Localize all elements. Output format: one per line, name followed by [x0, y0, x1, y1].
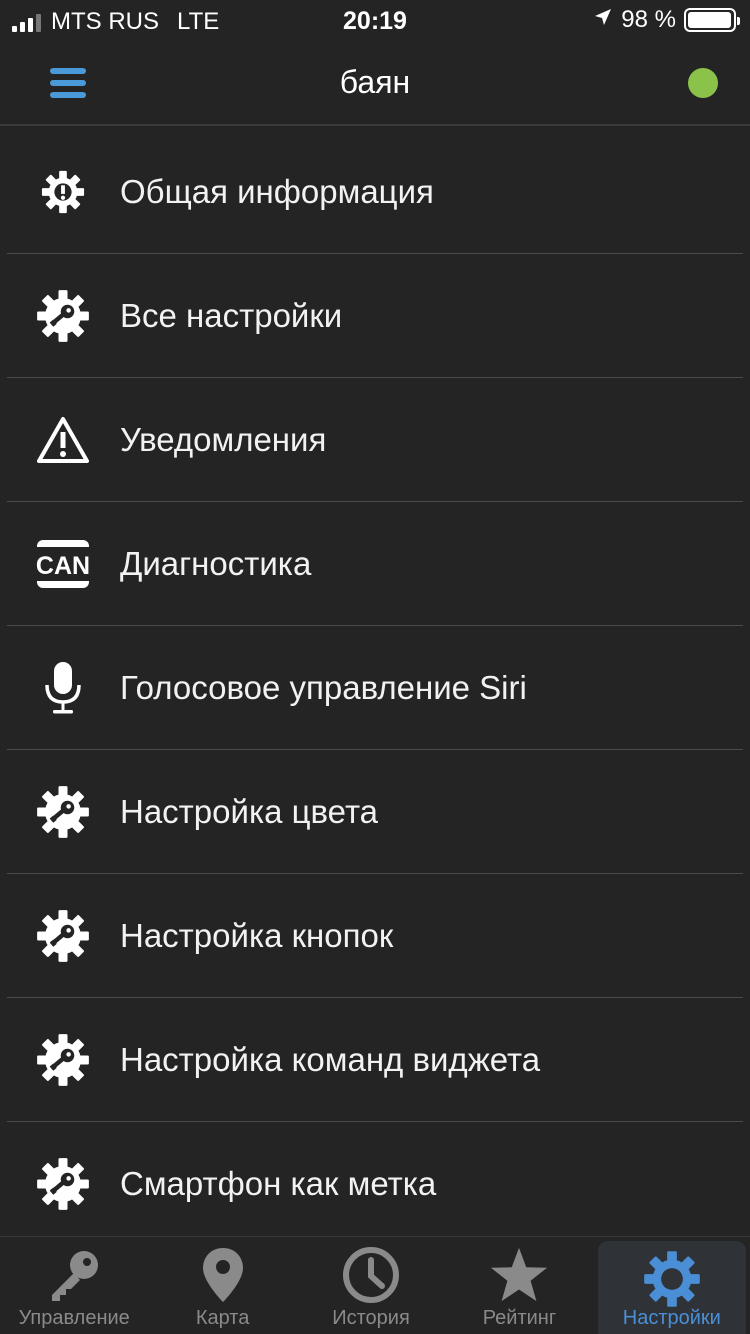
tab-label: Карта — [195, 1307, 250, 1329]
tab-map[interactable]: Карта — [148, 1237, 296, 1334]
star-icon — [489, 1245, 549, 1305]
tab-history[interactable]: История — [297, 1237, 445, 1334]
menu-item-all-settings[interactable]: Все настройки — [0, 254, 750, 378]
menu-item-label: Настройка команд виджета — [120, 1041, 541, 1078]
status-bar: MTS RUS LTE 20:19 98 % — [0, 0, 750, 40]
tab-control[interactable]: Управление — [0, 1237, 148, 1334]
menu-item-label: Общая информация — [120, 173, 434, 210]
connection-status-indicator — [688, 68, 718, 98]
menu-item-label: Диагностика — [120, 545, 312, 582]
clock-icon — [341, 1245, 401, 1305]
map-pin-icon — [193, 1245, 253, 1305]
menu-item-smartphone-tag[interactable]: Смартфон как метка — [0, 1122, 750, 1246]
menu-item-notifications[interactable]: Уведомления — [0, 378, 750, 502]
location-arrow-icon — [593, 6, 613, 34]
menu-item-label: Голосовое управление Siri — [120, 669, 527, 706]
menu-item-label: Настройка кнопок — [120, 917, 394, 954]
menu-item-button-settings[interactable]: Настройка кнопок — [0, 874, 750, 998]
gear-key-icon — [36, 785, 90, 839]
menu-item-general-info[interactable]: Общая информация — [0, 130, 750, 254]
key-icon — [44, 1245, 104, 1305]
menu-item-color-settings[interactable]: Настройка цвета — [0, 750, 750, 874]
tab-label: Управление — [18, 1307, 130, 1329]
microphone-icon — [36, 661, 90, 715]
tab-label: История — [332, 1307, 410, 1329]
can-icon: CAN — [36, 539, 90, 589]
menu-item-siri[interactable]: Голосовое управление Siri — [0, 626, 750, 750]
can-icon-text: CAN — [36, 552, 90, 580]
settings-menu: Общая информация Все настройки Уведомлен… — [0, 130, 750, 1246]
battery-icon — [684, 8, 740, 32]
gear-key-icon — [36, 1033, 90, 1087]
page-title: баян — [339, 64, 411, 100]
battery-fill — [688, 12, 732, 28]
gear-key-icon — [36, 909, 90, 963]
menu-item-label: Настройка цвета — [120, 793, 379, 830]
status-right: 98 % — [593, 6, 740, 34]
menu-item-widget-commands[interactable]: Настройка команд виджета — [0, 998, 750, 1122]
nav-bar: баян — [0, 40, 750, 126]
tab-settings[interactable]: Настройки — [597, 1241, 747, 1334]
tab-label: Рейтинг — [482, 1307, 557, 1329]
menu-item-label: Смартфон как метка — [120, 1165, 437, 1202]
menu-item-label: Уведомления — [120, 421, 327, 458]
tab-rating[interactable]: Рейтинг — [445, 1237, 593, 1334]
gear-info-icon — [36, 165, 90, 219]
gear-icon — [642, 1249, 702, 1309]
gear-key-icon — [36, 289, 90, 343]
menu-item-label: Все настройки — [120, 297, 343, 334]
tab-label: Настройки — [622, 1307, 721, 1329]
menu-item-diagnostics[interactable]: CAN Диагностика — [0, 502, 750, 626]
warning-triangle-icon — [36, 413, 90, 467]
gear-key-icon — [36, 1157, 90, 1211]
battery-percent: 98 % — [621, 6, 676, 33]
tab-bar: Управление Карта История Рейтинг Настрой… — [0, 1236, 750, 1334]
